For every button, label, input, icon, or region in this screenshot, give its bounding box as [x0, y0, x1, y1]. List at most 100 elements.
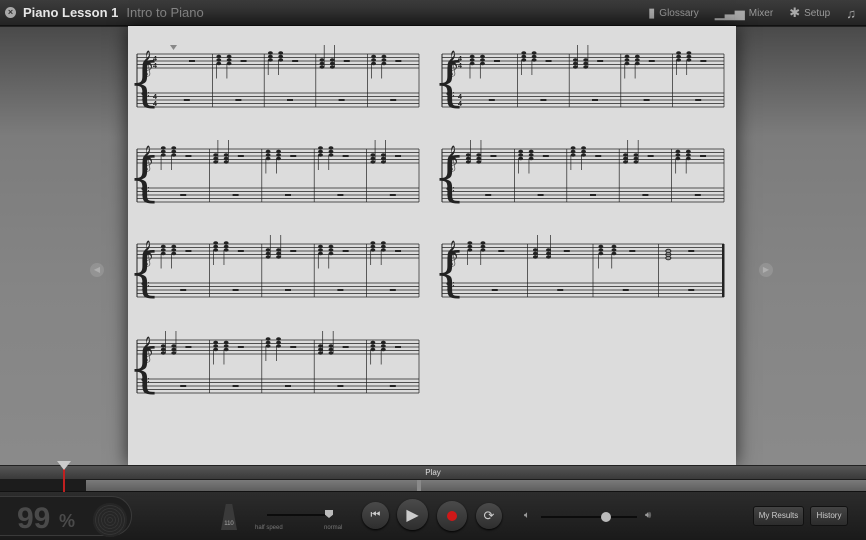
- title-bar: × Piano Lesson 1 Intro to Piano ▮ Glossar…: [0, 0, 866, 26]
- note-head: [160, 153, 166, 157]
- timeline-region[interactable]: [86, 480, 866, 491]
- note-head: [160, 251, 166, 256]
- note-head: [171, 149, 177, 154]
- note-head: [532, 248, 538, 252]
- note-head: [581, 149, 586, 154]
- note-head: [623, 153, 628, 157]
- note-head: [570, 146, 576, 150]
- glossary-button[interactable]: ▮ Glossary: [648, 5, 699, 21]
- rest: [287, 99, 293, 101]
- note-head: [318, 153, 323, 157]
- treble-clef: 𝄞: [140, 336, 153, 362]
- my-results-button[interactable]: My Results: [753, 506, 804, 526]
- score-unit: %: [59, 511, 76, 531]
- play-button[interactable]: ▶: [397, 499, 428, 530]
- metronome-button[interactable]: 110: [221, 504, 237, 530]
- note-head: [213, 241, 219, 245]
- note-head: [328, 149, 334, 154]
- note-head: [611, 244, 617, 249]
- time-signature: 4: [153, 56, 157, 63]
- note-head: [276, 344, 281, 348]
- note-head: [467, 244, 473, 249]
- note-head: [370, 160, 376, 164]
- control-bar: 99 % 110 half speed normal ⏮ ▶ ⟳ 🔈︎ 🔊︎ M…: [0, 492, 866, 540]
- music-note-icon: ♫: [846, 5, 856, 21]
- note-head: [223, 347, 229, 352]
- note-head: [676, 54, 681, 59]
- rest: [285, 385, 291, 387]
- note-head: [685, 153, 691, 157]
- note-head: [216, 61, 222, 66]
- history-button[interactable]: History: [810, 506, 848, 526]
- note-head: [634, 54, 640, 59]
- note-head: [171, 344, 177, 348]
- note-head: [213, 156, 219, 161]
- rest: [595, 155, 602, 157]
- lesson-title: Piano Lesson 1: [23, 5, 119, 20]
- note-head: [581, 153, 586, 157]
- notation-button[interactable]: ♫: [846, 6, 856, 21]
- rest: [592, 99, 598, 101]
- note-head: [583, 58, 589, 62]
- volume-slider-knob[interactable]: [601, 512, 611, 522]
- note-head: [213, 340, 219, 345]
- gear-icon: ✱: [789, 5, 801, 20]
- previous-page-icon[interactable]: ◀: [90, 263, 104, 277]
- note-head: [531, 51, 537, 55]
- rewind-button[interactable]: ⏮: [362, 502, 389, 529]
- timeline-track[interactable]: [0, 479, 866, 492]
- volume-slider[interactable]: [541, 516, 637, 518]
- note-head: [633, 160, 639, 164]
- rest: [557, 289, 564, 291]
- note-head: [371, 61, 376, 66]
- speed-slider[interactable]: [267, 514, 329, 516]
- close-icon[interactable]: ×: [5, 7, 16, 18]
- note-head: [465, 160, 471, 164]
- rest: [292, 60, 299, 62]
- note-head: [572, 58, 578, 62]
- note-head: [223, 241, 229, 245]
- note-head: [623, 156, 628, 161]
- note-head: [572, 61, 578, 66]
- note-head: [160, 244, 166, 249]
- rest: [700, 60, 707, 62]
- rest: [488, 99, 495, 101]
- note-head: [528, 149, 534, 154]
- setup-button[interactable]: ✱ Setup: [789, 5, 830, 21]
- note-head: [276, 153, 281, 157]
- note-head: [319, 61, 325, 66]
- note-head: [532, 251, 538, 256]
- note-head: [380, 153, 386, 157]
- note-head: [223, 248, 229, 252]
- note-head: [370, 347, 376, 352]
- playhead[interactable]: [63, 466, 65, 494]
- note-head: [518, 153, 524, 157]
- note-head: [469, 58, 475, 62]
- note-head: [676, 51, 681, 55]
- note-head: [480, 241, 486, 245]
- playhead-handle[interactable]: [57, 461, 71, 470]
- mixer-button[interactable]: ▁▃▅ Mixer: [715, 5, 773, 21]
- note-head: [518, 149, 524, 154]
- play-region-label: Play: [425, 468, 441, 477]
- rest: [647, 155, 654, 157]
- note-head: [267, 51, 273, 55]
- note-head: [328, 146, 334, 150]
- cycle-button[interactable]: ⟳: [476, 503, 502, 529]
- speed-slider-knob[interactable]: [325, 510, 333, 518]
- note-head: [213, 160, 219, 164]
- note-head: [532, 255, 538, 259]
- note-head: [465, 153, 471, 157]
- note-head: [329, 65, 335, 69]
- note-head: [216, 58, 222, 62]
- note-head: [476, 153, 482, 157]
- note-head: [380, 156, 386, 161]
- rest: [590, 194, 596, 196]
- next-page-icon[interactable]: ▶: [759, 263, 773, 277]
- mixer-label: Mixer: [748, 7, 774, 19]
- note-head: [213, 248, 219, 252]
- rest: [185, 250, 192, 252]
- note-head: [276, 340, 281, 345]
- rest: [493, 60, 500, 62]
- record-button[interactable]: [437, 501, 467, 531]
